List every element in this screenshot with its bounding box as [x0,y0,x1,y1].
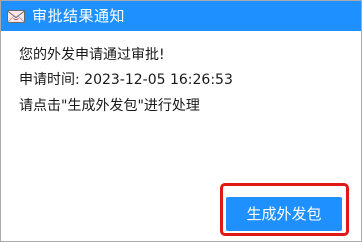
approval-message: 您的外发申请通过审批! [19,47,165,63]
generate-package-button[interactable]: 生成外发包 [226,197,342,231]
application-time: 申请时间: 2023-12-05 16:26:53 [19,72,233,88]
approval-result-dialog: 审批结果通知 您的外发申请通过审批! 申请时间: 2023-12-05 16:2… [0,0,362,242]
title-bar[interactable]: 审批结果通知 [1,1,361,31]
instruction-text: 请点击"生成外发包"进行处理 [19,98,200,114]
dialog-title: 审批结果通知 [32,7,126,25]
envelope-icon [6,6,26,26]
